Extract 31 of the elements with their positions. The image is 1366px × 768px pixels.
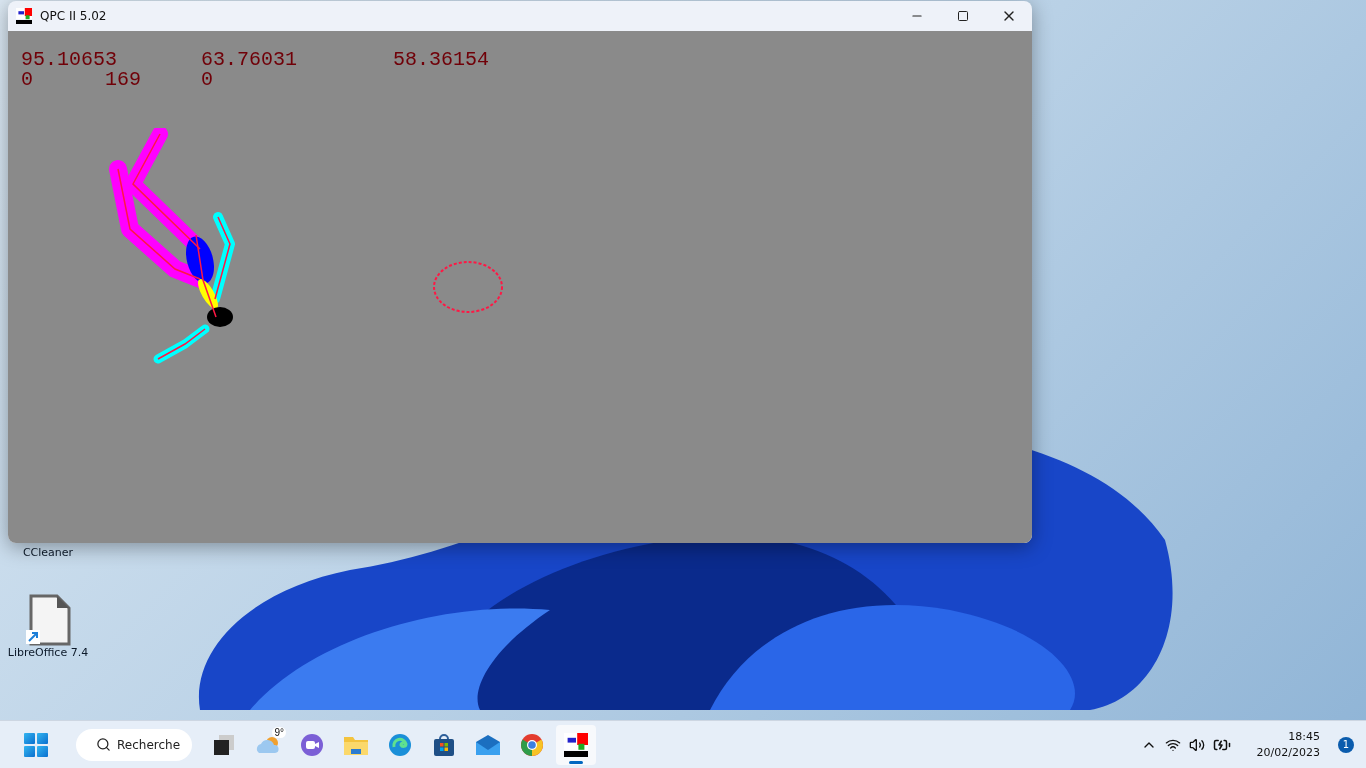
speaker-icon[interactable] <box>1188 736 1205 753</box>
maximize-icon <box>957 10 969 22</box>
clock-time: 18:45 <box>1288 728 1320 745</box>
chrome-ball-icon <box>520 732 544 757</box>
taskbar-app-button[interactable] <box>556 724 596 765</box>
shopping-bag-icon <box>432 732 456 757</box>
desktop-icon-label[interactable]: CCleaner <box>22 546 74 559</box>
cloud-icon <box>255 734 281 755</box>
screen-number: 169 <box>105 68 142 91</box>
clock[interactable]: 18:45 20/02/2023 <box>1256 728 1320 761</box>
search-field[interactable]: Recherche <box>76 728 192 761</box>
screen-number: 63.76031 <box>201 48 298 71</box>
clock-date: 20/02/2023 <box>1256 744 1320 761</box>
document-shortcut-icon[interactable] <box>25 594 71 646</box>
screen-number: 95.10653 <box>21 48 117 71</box>
notification-badge[interactable]: 1 <box>1338 736 1354 753</box>
envelope-icon <box>475 733 501 756</box>
screen-number: 58.36154 <box>393 48 490 71</box>
search-icon <box>96 737 111 752</box>
temperature-label: 9° <box>272 726 286 738</box>
overlapping-windows-icon <box>213 733 235 756</box>
screen-number: 0 <box>21 68 33 91</box>
dotted-ellipse <box>432 260 504 314</box>
video-chat-icon <box>300 732 324 757</box>
window-title: QPC II 5.02 <box>40 9 108 23</box>
browser-wave-icon <box>388 732 412 757</box>
taskbar-app-button[interactable]: 9° <box>248 724 288 765</box>
app-logo-icon <box>16 8 32 24</box>
desktop-icon-label[interactable]: LibreOffice 7.4 <box>7 646 89 659</box>
screen-number: 0 <box>201 68 214 91</box>
qpc-logo-icon <box>564 732 588 757</box>
